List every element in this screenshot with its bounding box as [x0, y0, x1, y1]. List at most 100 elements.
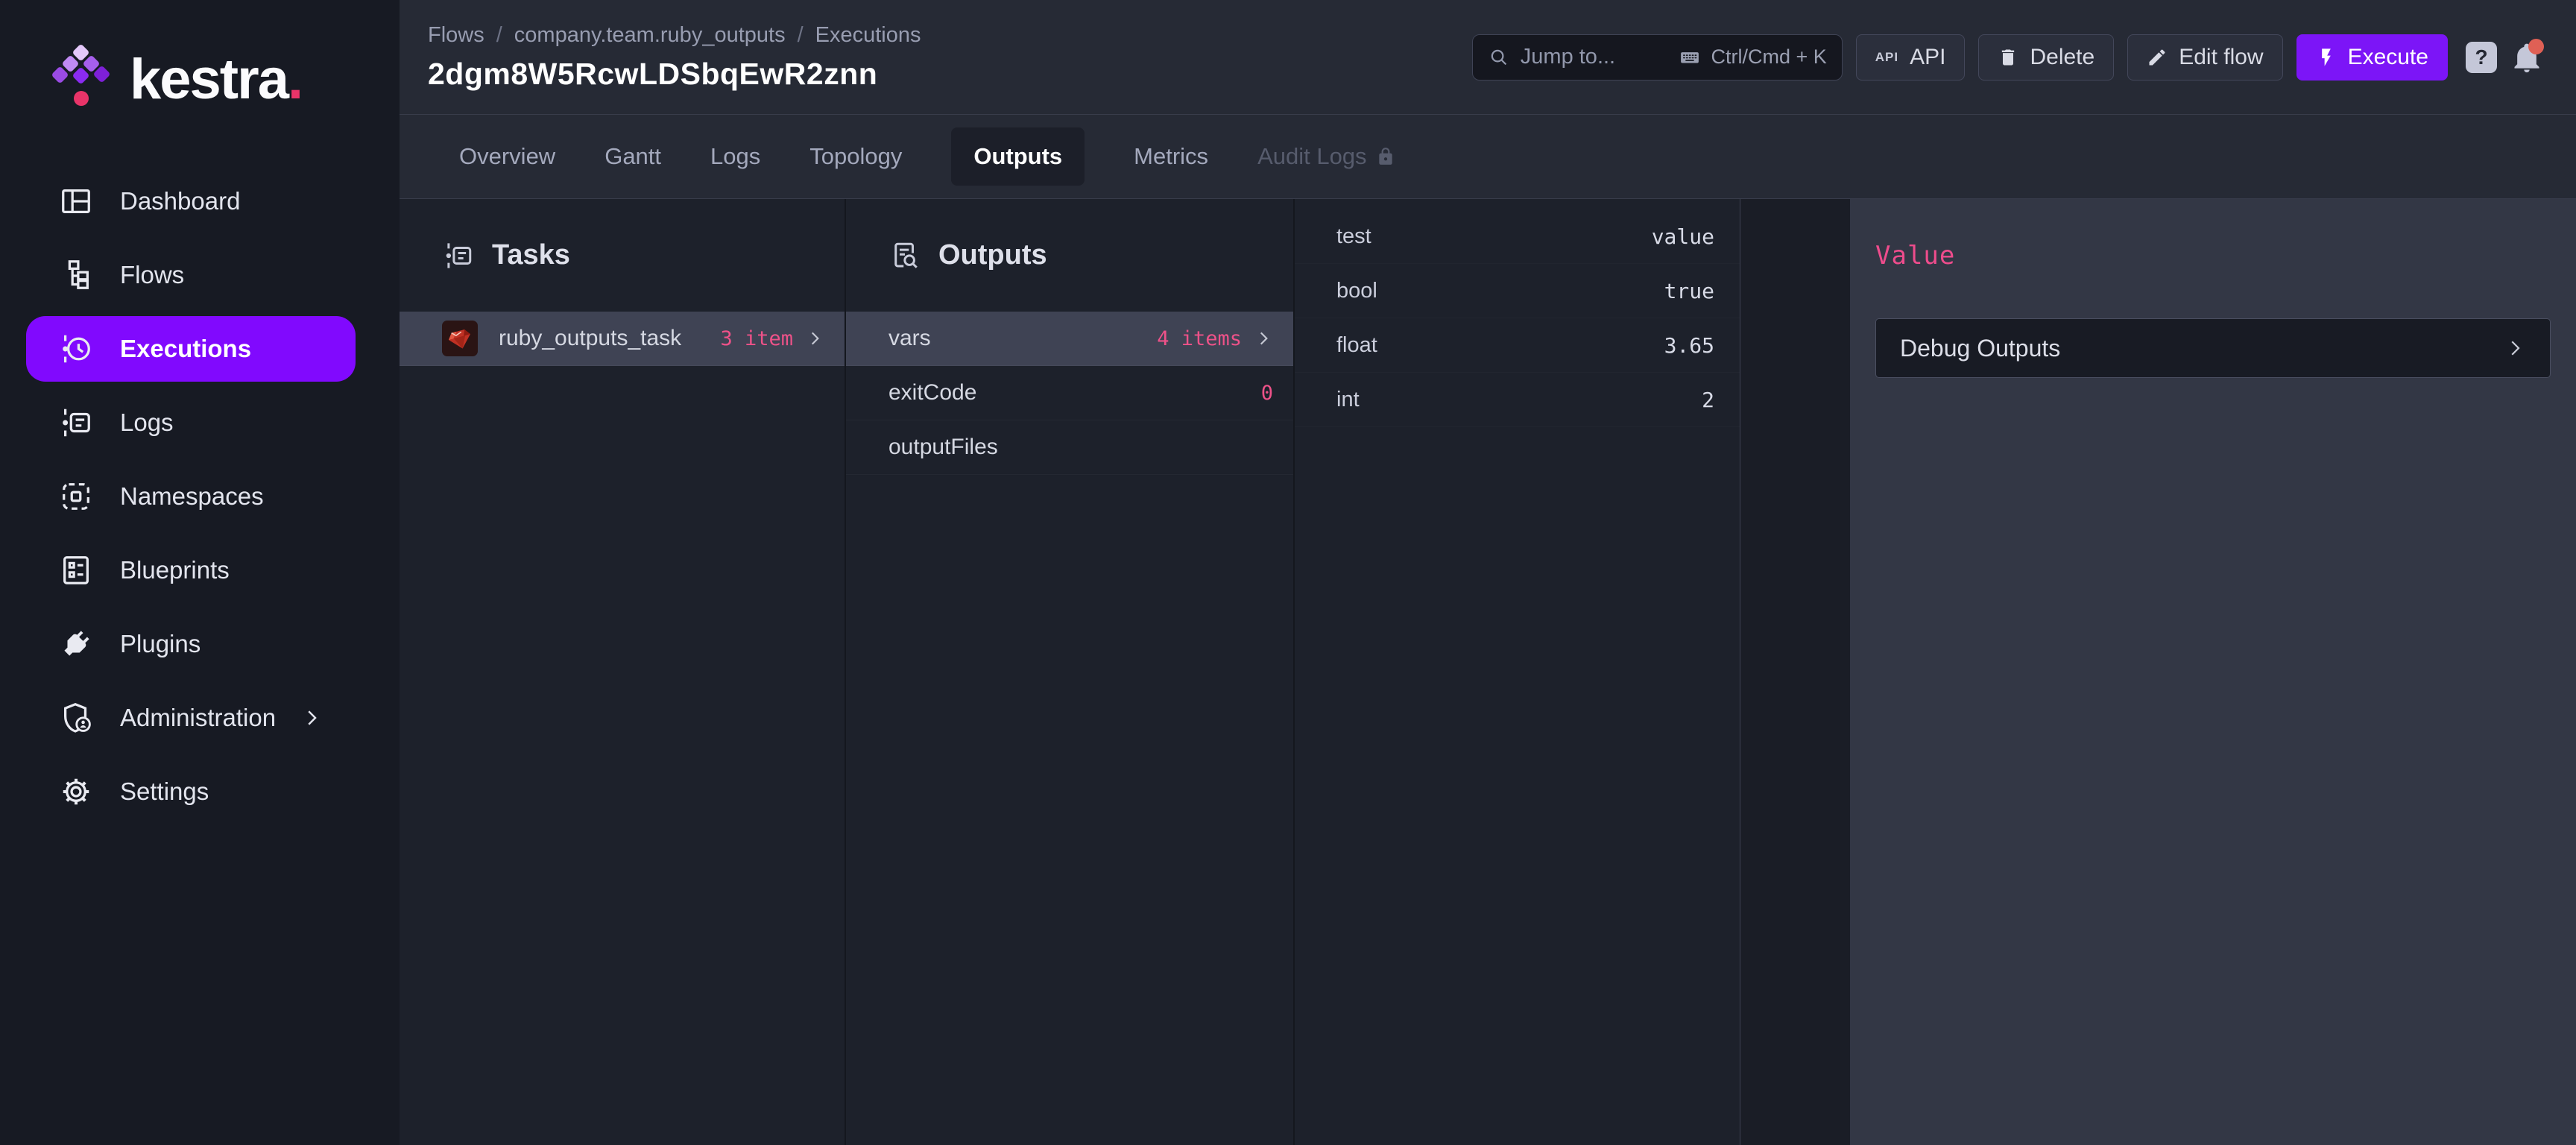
lightning-bolt-icon: [2316, 47, 2337, 68]
sidebar-item-label: Administration: [120, 704, 276, 732]
chevron-right-icon: [300, 707, 323, 729]
sidebar-item-label: Executions: [120, 335, 251, 363]
tasks-list-icon: [443, 240, 474, 271]
sidebar-item-blueprints[interactable]: Blueprints: [26, 537, 356, 603]
blueprints-panel-icon: [59, 553, 93, 587]
sidebar-item-namespaces[interactable]: Namespaces: [26, 464, 356, 529]
attribute-row-float[interactable]: float 3.65: [1295, 318, 1740, 373]
pencil-icon: [2147, 47, 2168, 68]
task-row-ruby-outputs-task[interactable]: ruby_outputs_task 3 item: [400, 312, 845, 366]
outputs-panel: Outputs vars 4 items exitCode 0 outputFi…: [846, 199, 1295, 1145]
attribute-value: true: [1664, 279, 1714, 303]
sidebar-item-plugins[interactable]: Plugins: [26, 611, 356, 677]
tab-gantt[interactable]: Gantt: [604, 127, 661, 186]
sidebar-item-label: Settings: [120, 777, 209, 806]
tab-outputs[interactable]: Outputs: [951, 127, 1085, 186]
attribute-value: value: [1652, 224, 1714, 249]
api-button[interactable]: API API: [1856, 34, 1966, 81]
namespace-dashed-box-icon: [59, 479, 93, 514]
shortcut-label: Ctrl/Cmd + K: [1711, 45, 1827, 69]
tasks-panel-title: Tasks: [492, 239, 570, 271]
value-panel-title: Value: [1875, 241, 2551, 271]
output-key: exitCode: [888, 380, 976, 406]
search-placeholder: Jump to...: [1521, 45, 1615, 69]
breadcrumb: Flows / company.team.ruby_outputs / Exec…: [428, 23, 921, 48]
breadcrumb-flows[interactable]: Flows: [428, 23, 484, 48]
ruby-gem-icon: [442, 321, 478, 356]
sidebar-item-settings[interactable]: Settings: [26, 759, 356, 824]
attribute-row-int[interactable]: int 2: [1295, 373, 1740, 427]
tab-metrics[interactable]: Metrics: [1134, 127, 1208, 186]
dashboard-grid-icon: [59, 184, 93, 218]
sidebar-item-label: Plugins: [120, 630, 201, 658]
output-row-outputfiles[interactable]: outputFiles: [846, 420, 1293, 475]
attribute-value: 2: [1702, 388, 1714, 412]
logs-list-icon: [59, 406, 93, 440]
sidebar-item-label: Flows: [120, 261, 184, 289]
sidebar-item-administration[interactable]: Administration: [26, 685, 356, 751]
task-name: ruby_outputs_task: [499, 326, 681, 351]
empty-column: [1740, 199, 1850, 1145]
sidebar-item-label: Logs: [120, 409, 174, 437]
search-shortcut: Ctrl/Cmd + K: [1677, 45, 1827, 69]
main-area: Flows / company.team.ruby_outputs / Exec…: [400, 0, 2576, 1145]
help-button[interactable]: ?: [2466, 42, 2497, 73]
executions-timeline-clock-icon: [59, 332, 93, 366]
sidebar-item-flows[interactable]: Flows: [26, 242, 356, 308]
breadcrumb-separator: /: [496, 23, 502, 48]
chevron-right-icon: [805, 329, 824, 348]
vars-attributes-panel: test value bool true float 3.65 int 2: [1295, 199, 1740, 1145]
execution-id-title: 2dgm8W5RcwLDSbqEwR2znn: [428, 57, 921, 92]
tasks-panel: Tasks ruby_outputs_task 3 item: [400, 199, 846, 1145]
value-detail-panel: Value Debug Outputs: [1850, 199, 2576, 1145]
output-row-vars[interactable]: vars 4 items: [846, 312, 1293, 366]
trash-icon: [1998, 47, 2018, 68]
breadcrumb-separator: /: [798, 23, 804, 48]
gear-icon: [59, 775, 93, 809]
attribute-row-test[interactable]: test value: [1295, 209, 1740, 264]
chevron-right-icon: [1254, 329, 1273, 348]
edit-flow-button[interactable]: Edit flow: [2127, 34, 2282, 81]
tab-topology[interactable]: Topology: [809, 127, 902, 186]
delete-button[interactable]: Delete: [1978, 34, 2114, 81]
topbar-actions: Jump to... Ctrl/Cmd + K API API Delete: [1472, 34, 2543, 81]
search-icon: [1488, 46, 1510, 69]
sidebar: kestra. Dashboard Flows Executions Logs …: [0, 0, 400, 1145]
sidebar-item-dashboard[interactable]: Dashboard: [26, 168, 356, 234]
debug-outputs-expander[interactable]: Debug Outputs: [1875, 318, 2551, 378]
execute-button[interactable]: Execute: [2296, 34, 2448, 81]
kestra-logo[interactable]: kestra.: [0, 0, 400, 158]
attribute-row-bool[interactable]: bool true: [1295, 264, 1740, 318]
tab-audit-logs: Audit Logs: [1257, 127, 1395, 186]
outputs-content: Tasks ruby_outputs_task 3 item Outputs v…: [400, 199, 2576, 1145]
sidebar-item-executions[interactable]: Executions: [26, 316, 356, 382]
topbar: Flows / company.team.ruby_outputs / Exec…: [400, 0, 2576, 114]
breadcrumb-namespace[interactable]: company.team.ruby_outputs: [514, 23, 786, 48]
kestra-logo-mark-icon: [54, 42, 110, 116]
sidebar-item-logs[interactable]: Logs: [26, 390, 356, 455]
attribute-key: bool: [1336, 279, 1377, 303]
execution-tabs: Overview Gantt Logs Topology Outputs Met…: [400, 114, 2576, 199]
notification-dot: [2528, 39, 2544, 54]
outputs-panel-header: Outputs: [846, 199, 1293, 312]
kestra-logo-text: kestra.: [130, 47, 302, 112]
output-row-exitcode[interactable]: exitCode 0: [846, 366, 1293, 420]
tab-overview[interactable]: Overview: [459, 127, 555, 186]
task-items-count-badge: 3 item: [720, 327, 793, 350]
flows-tree-icon: [59, 258, 93, 292]
breadcrumb-executions[interactable]: Executions: [815, 23, 921, 48]
api-chip-icon: API: [1875, 50, 1898, 65]
outputs-panel-title: Outputs: [938, 239, 1047, 271]
sidebar-item-label: Dashboard: [120, 187, 240, 215]
sidebar-nav: Dashboard Flows Executions Logs Namespac…: [0, 158, 400, 833]
attribute-key: int: [1336, 388, 1360, 412]
jump-to-search-input[interactable]: Jump to... Ctrl/Cmd + K: [1472, 34, 1843, 81]
notifications-button[interactable]: [2510, 41, 2543, 74]
tab-logs[interactable]: Logs: [710, 127, 760, 186]
sidebar-item-label: Blueprints: [120, 556, 230, 584]
page-heading: Flows / company.team.ruby_outputs / Exec…: [428, 23, 921, 92]
kestra-app: kestra. Dashboard Flows Executions Logs …: [0, 0, 2576, 1145]
lock-icon: [1376, 147, 1395, 166]
output-key: outputFiles: [888, 435, 998, 460]
tasks-panel-header: Tasks: [400, 199, 845, 312]
